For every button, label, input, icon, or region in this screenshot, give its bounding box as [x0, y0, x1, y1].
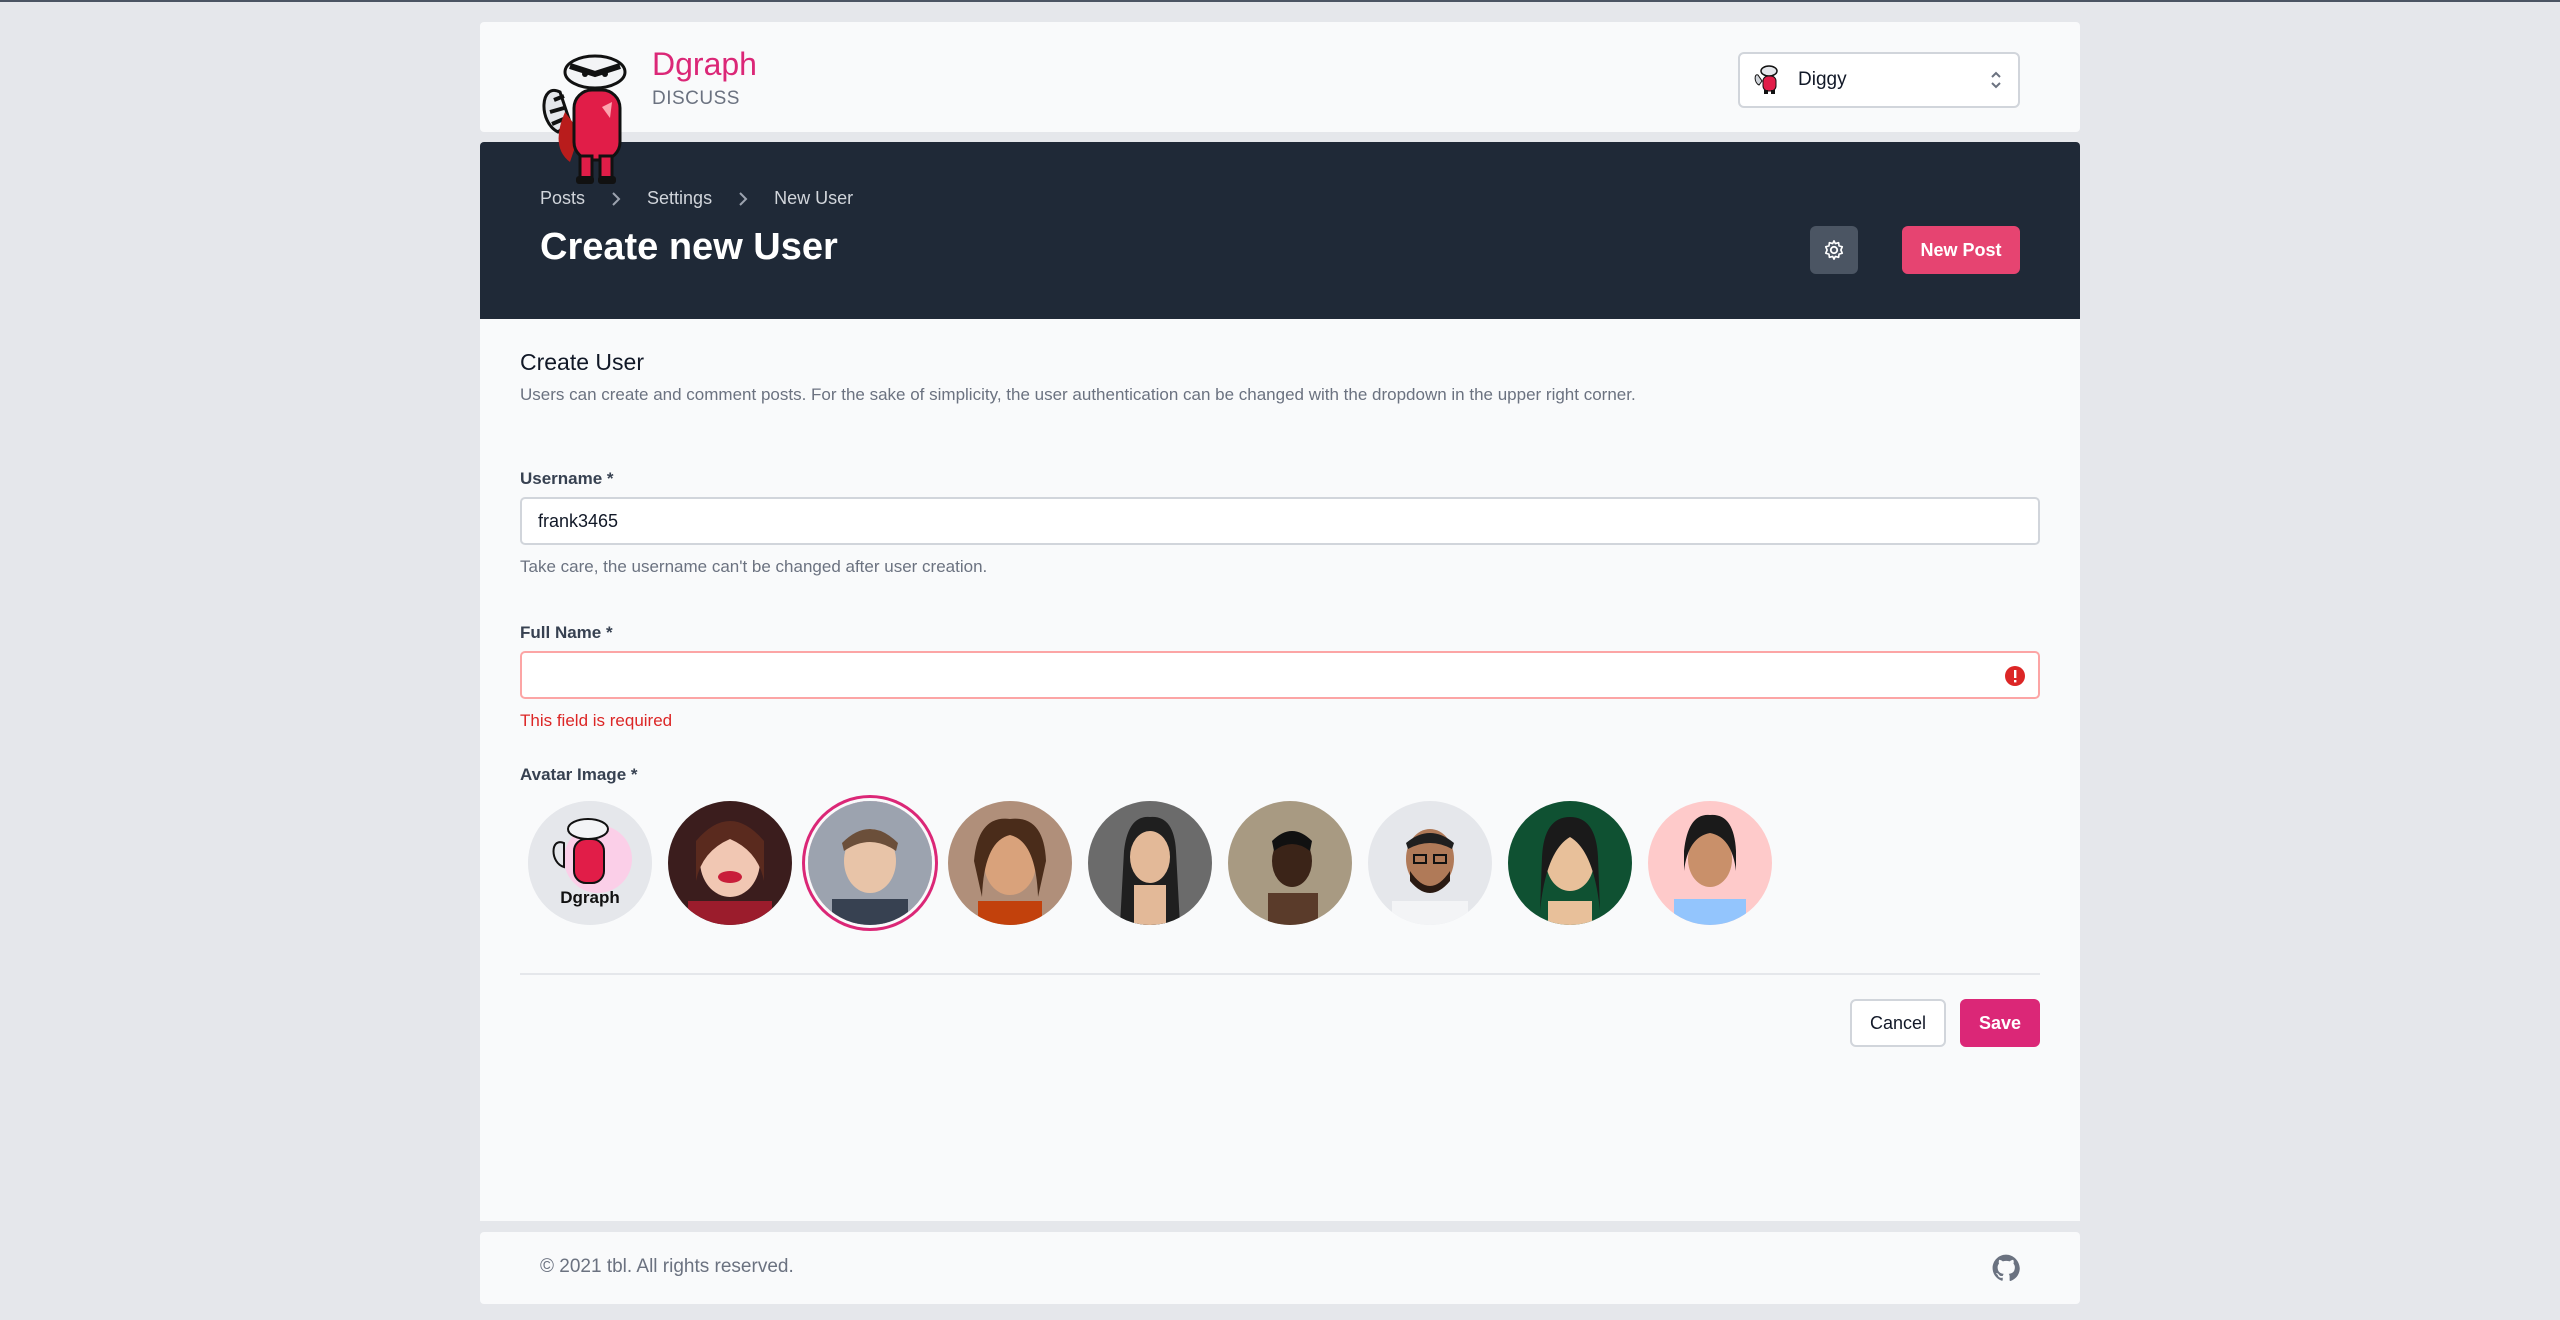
avatar-option[interactable] [1508, 801, 1632, 925]
avatar-option[interactable] [668, 801, 792, 925]
form-title: Create User [520, 349, 644, 375]
username-label: Username * [520, 469, 614, 488]
breadcrumb-settings[interactable]: Settings [647, 188, 712, 209]
app-footer: © 2021 tbl. All rights reserved. [480, 1232, 2080, 1304]
fullname-label: Full Name * [520, 623, 613, 642]
username-input[interactable]: frank3465 [520, 497, 2040, 545]
settings-button[interactable] [1810, 226, 1858, 274]
avatar-option[interactable] [1088, 801, 1212, 925]
cancel-button[interactable]: Cancel [1850, 999, 1946, 1047]
fullname-input[interactable] [520, 651, 2040, 699]
brand-name[interactable]: Dgraph [652, 46, 757, 83]
page-title: Create new User [540, 226, 838, 268]
badger-logo-icon[interactable] [540, 52, 640, 187]
fullname-error: This field is required [520, 711, 673, 730]
error-exclamation-icon [2005, 666, 2025, 686]
username-help: Take care, the username can't be changed… [520, 557, 988, 576]
chevron-right-icon [739, 191, 748, 206]
breadcrumb-new-user[interactable]: New User [774, 188, 853, 209]
avatar-option[interactable] [948, 801, 1072, 925]
chevron-right-icon [612, 191, 621, 206]
page-header: Posts Settings New User Create new User … [480, 142, 2080, 319]
form-divider [520, 973, 2040, 975]
github-icon[interactable] [1992, 1254, 2020, 1282]
avatar-option-selected[interactable] [808, 801, 932, 925]
selected-user-name: Diggy [1798, 69, 1847, 90]
chevron-up-down-icon [1991, 71, 2001, 89]
copyright-text: © 2021 tbl. All rights reserved. [540, 1256, 794, 1277]
avatar-option[interactable] [1228, 801, 1352, 925]
avatar-label: Avatar Image * [520, 765, 638, 784]
new-post-button[interactable]: New Post [1902, 226, 2020, 274]
avatar-picker: Dgraph [528, 801, 1788, 925]
avatar-option[interactable] [1648, 801, 1772, 925]
gear-icon [1824, 240, 1844, 260]
user-select-dropdown[interactable]: Diggy [1738, 52, 2020, 108]
save-button[interactable]: Save [1960, 999, 2040, 1047]
avatar-option[interactable] [1368, 801, 1492, 925]
app-header: Dgraph DISCUSS Diggy [480, 22, 2080, 184]
breadcrumb-posts[interactable]: Posts [540, 188, 585, 209]
brand-subtitle: DISCUSS [652, 88, 740, 109]
breadcrumb: Posts Settings New User [540, 188, 853, 209]
form-description: Users can create and comment posts. For … [520, 385, 1636, 404]
avatar-option-dgraph[interactable]: Dgraph [528, 801, 652, 925]
avatar-caption: Dgraph [560, 888, 620, 907]
user-avatar-icon [1754, 65, 1778, 94]
create-user-form: Create User Users can create and comment… [480, 319, 2080, 1221]
